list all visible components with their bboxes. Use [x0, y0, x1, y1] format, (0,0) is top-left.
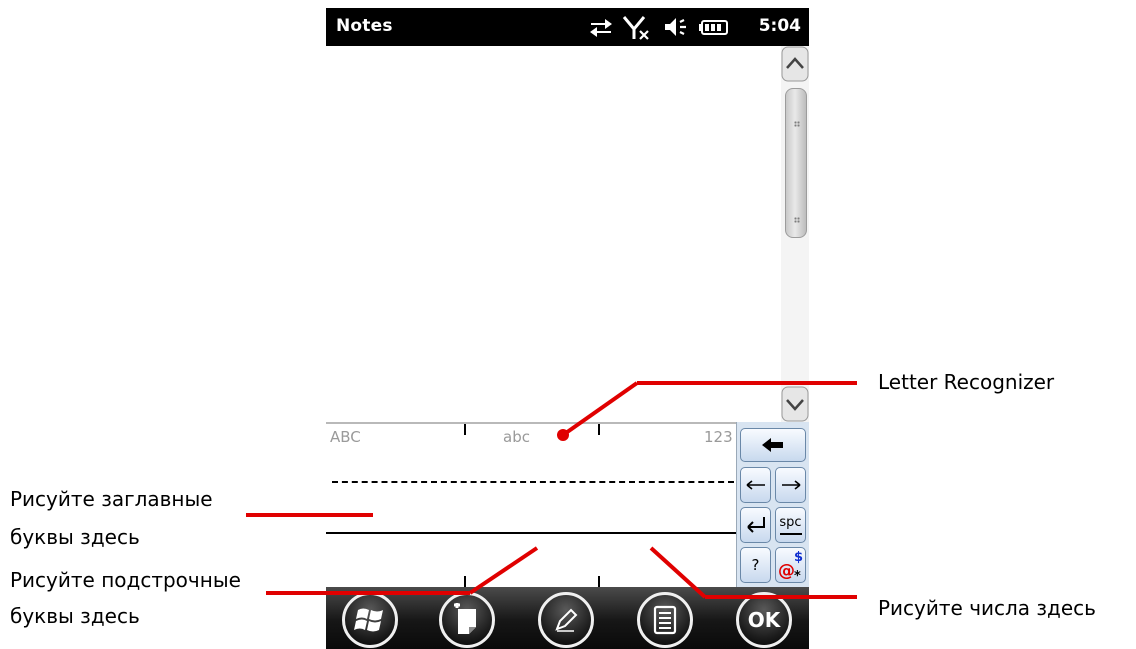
- ok-label: OK: [747, 608, 781, 632]
- symbols-key[interactable]: @ $ *: [775, 547, 806, 583]
- midline: [332, 481, 734, 483]
- uppercase-zone-label: ABC: [330, 428, 361, 446]
- grip-icon: [794, 121, 800, 127]
- pen-button[interactable]: [538, 592, 594, 648]
- grip-icon: [794, 217, 800, 223]
- numbers-annotation: Рисуйте числа здесь: [878, 596, 1096, 620]
- clock: 5:04: [758, 16, 801, 36]
- new-note-icon: [454, 603, 476, 634]
- pen-icon: [555, 608, 578, 632]
- enter-icon: [746, 517, 765, 533]
- menu-icon: [653, 605, 677, 635]
- symbols-icon: @ $ *: [778, 550, 803, 581]
- menu-button[interactable]: [637, 592, 693, 648]
- zone-divider-bottom: [598, 576, 600, 587]
- backspace-icon: [762, 438, 783, 452]
- notes-canvas[interactable]: [326, 46, 781, 422]
- left-arrow-icon: [746, 480, 765, 490]
- sync-arrows-icon: [590, 19, 612, 37]
- help-key[interactable]: ?: [740, 547, 771, 583]
- right-arrow-icon: [781, 480, 800, 490]
- zone-divider-bottom: [464, 576, 466, 587]
- space-key-label: spc: [779, 514, 802, 530]
- scroll-thumb[interactable]: [785, 88, 807, 238]
- right-arrow-key[interactable]: [775, 467, 806, 503]
- uppercase-annotation-line1: Рисуйте заглавные: [10, 487, 213, 511]
- scroll-up-button[interactable]: [781, 46, 809, 82]
- help-key-label: ?: [751, 556, 760, 574]
- battery-icon: [699, 20, 728, 35]
- baseline: [326, 532, 736, 534]
- numbers-zone-label: 123: [704, 428, 733, 446]
- scrollbar[interactable]: [781, 46, 809, 422]
- uppercase-annotation-line2: буквы здесь: [10, 525, 140, 549]
- phone-screen: Notes 5:04 ABC abc 123 spc ? @ $ * OK: [326, 8, 809, 649]
- svg-text:$: $: [794, 550, 803, 565]
- windows-logo-icon: [354, 608, 383, 632]
- zone-divider-top: [464, 424, 466, 435]
- space-key[interactable]: spc: [775, 507, 806, 543]
- status-bar: Notes 5:04: [326, 8, 809, 46]
- lowercase-annotation-line2: буквы здесь: [10, 604, 140, 628]
- lowercase-zone-label: abc: [503, 428, 530, 446]
- recognizer-keypad: spc ? @ $ *: [736, 422, 809, 587]
- bottom-toolbar: OK: [326, 587, 809, 649]
- new-note-button[interactable]: [439, 592, 495, 648]
- letter-recognizer-panel[interactable]: ABC abc 123: [326, 422, 736, 587]
- app-title: Notes: [336, 16, 393, 36]
- svg-text:*: *: [794, 569, 801, 581]
- enter-key[interactable]: [740, 507, 771, 543]
- space-bar-icon: [779, 532, 802, 535]
- start-button[interactable]: [342, 592, 398, 648]
- backspace-key[interactable]: [740, 428, 806, 462]
- volume-icon: [665, 18, 686, 36]
- zone-divider-top: [598, 424, 600, 435]
- letter-recognizer-annotation: Letter Recognizer: [878, 370, 1055, 394]
- lowercase-annotation-line1: Рисуйте подстрочные: [10, 568, 241, 592]
- left-arrow-key[interactable]: [740, 467, 771, 503]
- scroll-down-button[interactable]: [781, 386, 809, 422]
- no-signal-icon: [622, 16, 649, 40]
- ok-button[interactable]: OK: [736, 592, 792, 648]
- svg-text:@: @: [778, 561, 795, 581]
